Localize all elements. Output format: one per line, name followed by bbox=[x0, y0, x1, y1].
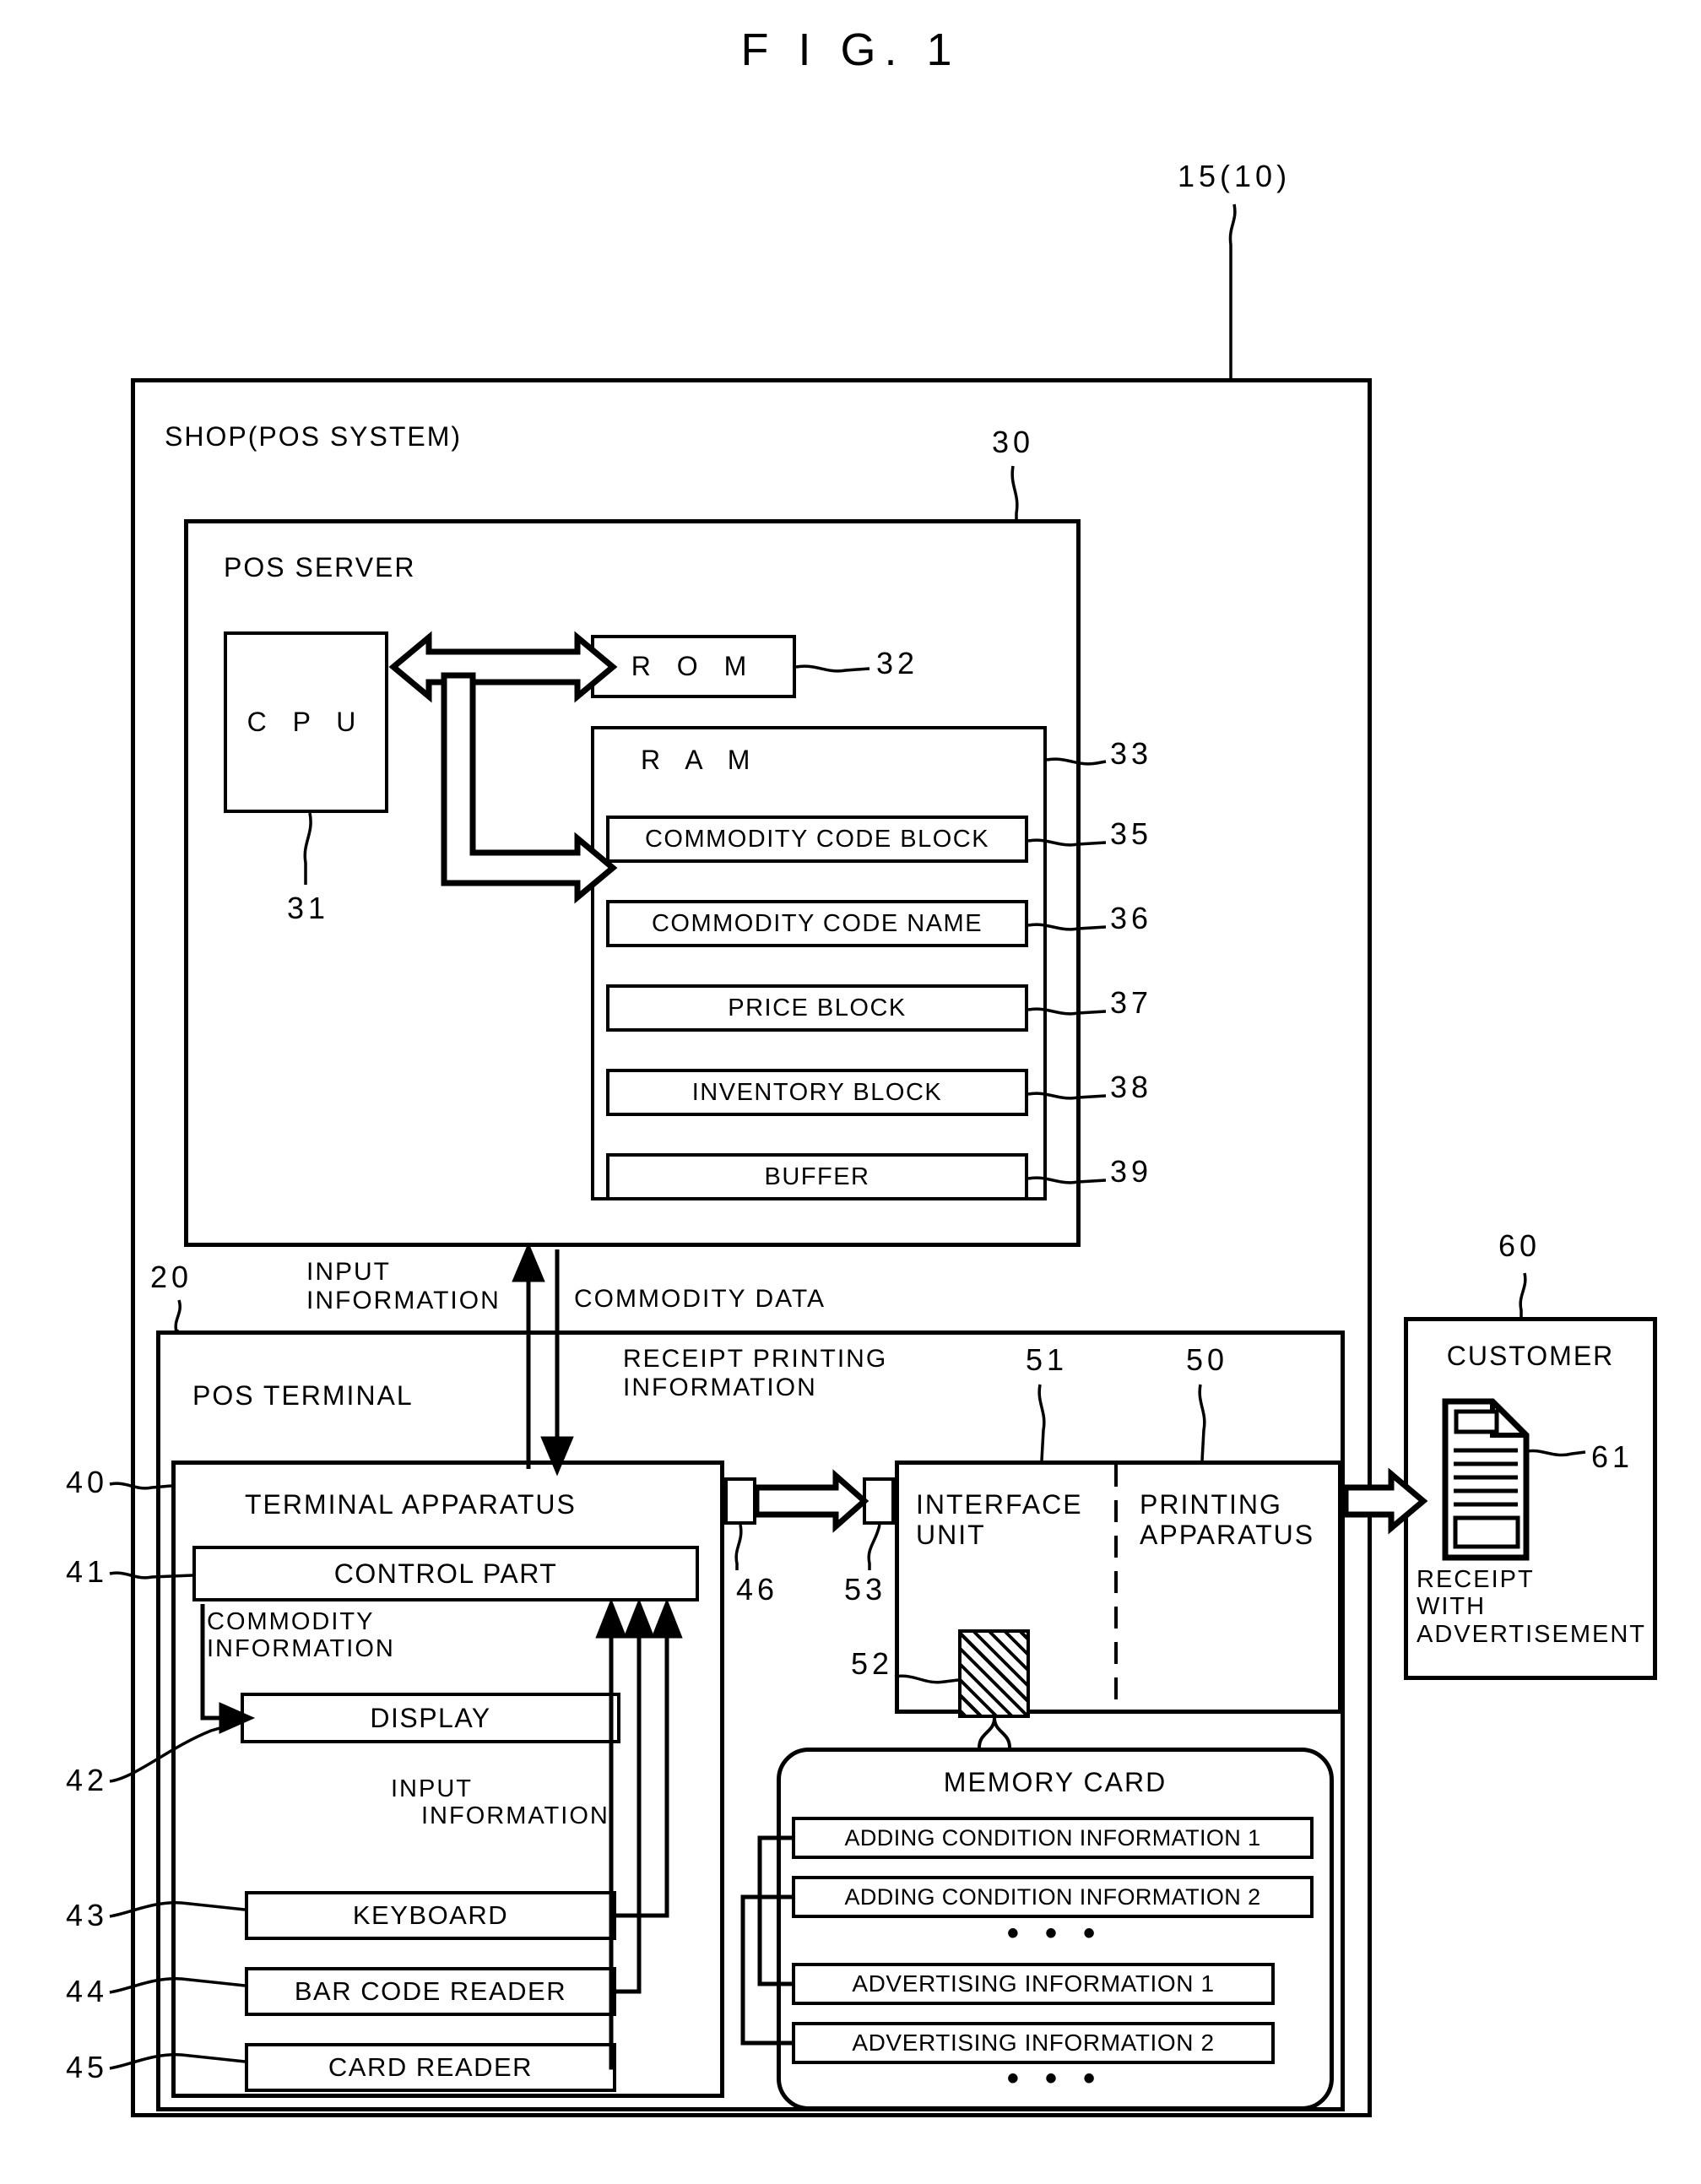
ref-number-cpu: 31 bbox=[287, 891, 330, 925]
flow-label-input-information-inner: INPUT INFORMATION bbox=[391, 1775, 609, 1830]
connector-46-box bbox=[724, 1477, 756, 1525]
ref-number-commodity-code-name: 36 bbox=[1110, 901, 1153, 935]
ref-number-price-block: 37 bbox=[1110, 985, 1153, 1020]
ref-number-control-part: 41 bbox=[66, 1554, 109, 1589]
ref-number-pos-server: 30 bbox=[992, 425, 1035, 459]
display-box: DISPLAY bbox=[241, 1693, 620, 1743]
inventory-block: INVENTORY BLOCK bbox=[606, 1069, 1028, 1116]
ref-number-pos-terminal: 20 bbox=[150, 1260, 193, 1294]
ref-number-connector-53: 53 bbox=[844, 1572, 887, 1607]
ref-number-ram: 33 bbox=[1110, 736, 1153, 771]
receipt-caption-line2: WITH bbox=[1417, 1593, 1487, 1621]
ref-number-interface-unit: 51 bbox=[1026, 1342, 1069, 1377]
interface-unit-label: INTERFACE UNIT bbox=[916, 1489, 1083, 1551]
rom-box: R O M bbox=[591, 635, 796, 698]
terminal-apparatus-label: TERMINAL APPARATUS bbox=[245, 1489, 577, 1520]
ref-number-receipt: 61 bbox=[1591, 1439, 1634, 1474]
leader-line-shop bbox=[1228, 203, 1237, 378]
memory-card-ellipsis-bottom: • • • bbox=[1006, 2060, 1104, 2097]
control-part-box: CONTROL PART bbox=[192, 1546, 699, 1601]
flow-label-input-information: INPUT INFORMATION bbox=[306, 1258, 501, 1314]
pos-server-label: POS SERVER bbox=[224, 552, 416, 583]
customer-label: CUSTOMER bbox=[1446, 1341, 1615, 1371]
bar-code-reader-box: BAR CODE READER bbox=[245, 1967, 616, 2016]
input-information-inner-line1: INPUT bbox=[391, 1775, 473, 1802]
printing-apparatus-line1: PRINTING bbox=[1140, 1489, 1282, 1520]
advertising-information-2: ADVERTISING INFORMATION 2 bbox=[792, 2022, 1275, 2064]
receipt-caption-line1: RECEIPT bbox=[1417, 1566, 1535, 1593]
receipt-caption: RECEIPT WITH ADVERTISEMENT bbox=[1417, 1566, 1646, 1648]
shop-pos-system-label: SHOP(POS SYSTEM) bbox=[165, 421, 463, 452]
ref-number-printer: 50 bbox=[1186, 1342, 1229, 1377]
connector-53-box bbox=[863, 1477, 895, 1525]
keyboard-box: KEYBOARD bbox=[245, 1891, 616, 1940]
adding-condition-information-2: ADDING CONDITION INFORMATION 2 bbox=[792, 1876, 1314, 1918]
ref-number-buffer: 39 bbox=[1110, 1154, 1153, 1189]
price-block: PRICE BLOCK bbox=[606, 984, 1028, 1032]
ref-number-display: 42 bbox=[66, 1763, 109, 1797]
cpu-label: C P U bbox=[246, 707, 366, 737]
leader-line-customer bbox=[1519, 1272, 1527, 1317]
ref-number-card-reader: 45 bbox=[66, 2050, 109, 2084]
buffer-block: BUFFER bbox=[606, 1153, 1028, 1200]
ref-number-keyboard: 43 bbox=[66, 1898, 109, 1932]
flow-label-commodity-information: COMMODITY INFORMATION bbox=[207, 1608, 395, 1663]
memory-card-ellipsis-mid: • • • bbox=[1006, 1915, 1104, 1952]
commodity-code-name-block: COMMODITY CODE NAME bbox=[606, 900, 1028, 947]
ref-number-rom: 32 bbox=[876, 646, 919, 680]
ref-number-customer: 60 bbox=[1498, 1228, 1541, 1263]
interface-unit-line2: UNIT bbox=[916, 1519, 986, 1550]
card-reader-box: CARD READER bbox=[245, 2043, 616, 2092]
input-information-inner-line2: INFORMATION bbox=[421, 1802, 609, 1830]
commodity-information-line2: INFORMATION bbox=[207, 1635, 395, 1663]
ref-number-bar-code-reader: 44 bbox=[66, 1974, 109, 2008]
ram-label: R A M bbox=[641, 745, 760, 775]
receipt-printing-line1: RECEIPT PRINTING bbox=[623, 1345, 888, 1373]
interface-unit-line1: INTERFACE bbox=[916, 1489, 1083, 1520]
ref-number-memory-card-slot: 52 bbox=[851, 1646, 894, 1681]
memory-card-slot-hatch bbox=[958, 1629, 1030, 1718]
ref-number-terminal-apparatus: 40 bbox=[66, 1465, 109, 1499]
flow-input-information-line1: INPUT bbox=[306, 1258, 391, 1286]
receipt-printing-line2: INFORMATION bbox=[623, 1373, 817, 1401]
advertising-information-1: ADVERTISING INFORMATION 1 bbox=[792, 1963, 1275, 2005]
adding-condition-information-1: ADDING CONDITION INFORMATION 1 bbox=[792, 1817, 1314, 1859]
figure-title: F I G. 1 bbox=[740, 24, 961, 75]
flow-label-commodity-data: COMMODITY DATA bbox=[574, 1285, 826, 1313]
ram-box: R A M bbox=[591, 726, 1047, 1200]
printing-apparatus-label: PRINTING APPARATUS bbox=[1140, 1489, 1315, 1551]
flow-label-receipt-printing-information: RECEIPT PRINTING INFORMATION bbox=[623, 1345, 887, 1401]
ref-number-connector-46: 46 bbox=[736, 1572, 779, 1607]
cpu-box: C P U bbox=[224, 631, 388, 813]
ref-number-commodity-code-block: 35 bbox=[1110, 816, 1153, 851]
ref-number-inventory-block: 38 bbox=[1110, 1070, 1153, 1104]
flow-input-information-line2: INFORMATION bbox=[306, 1286, 501, 1314]
commodity-information-line1: COMMODITY bbox=[207, 1608, 375, 1635]
pos-terminal-label: POS TERMINAL bbox=[192, 1380, 414, 1411]
memory-card-label: MEMORY CARD bbox=[943, 1767, 1167, 1797]
ref-number-shop: 15(10) bbox=[1178, 159, 1292, 193]
printing-apparatus-line2: APPARATUS bbox=[1140, 1519, 1315, 1550]
rom-label: R O M bbox=[631, 651, 756, 681]
commodity-code-block: COMMODITY CODE BLOCK bbox=[606, 816, 1028, 863]
receipt-caption-line3: ADVERTISEMENT bbox=[1417, 1620, 1647, 1648]
